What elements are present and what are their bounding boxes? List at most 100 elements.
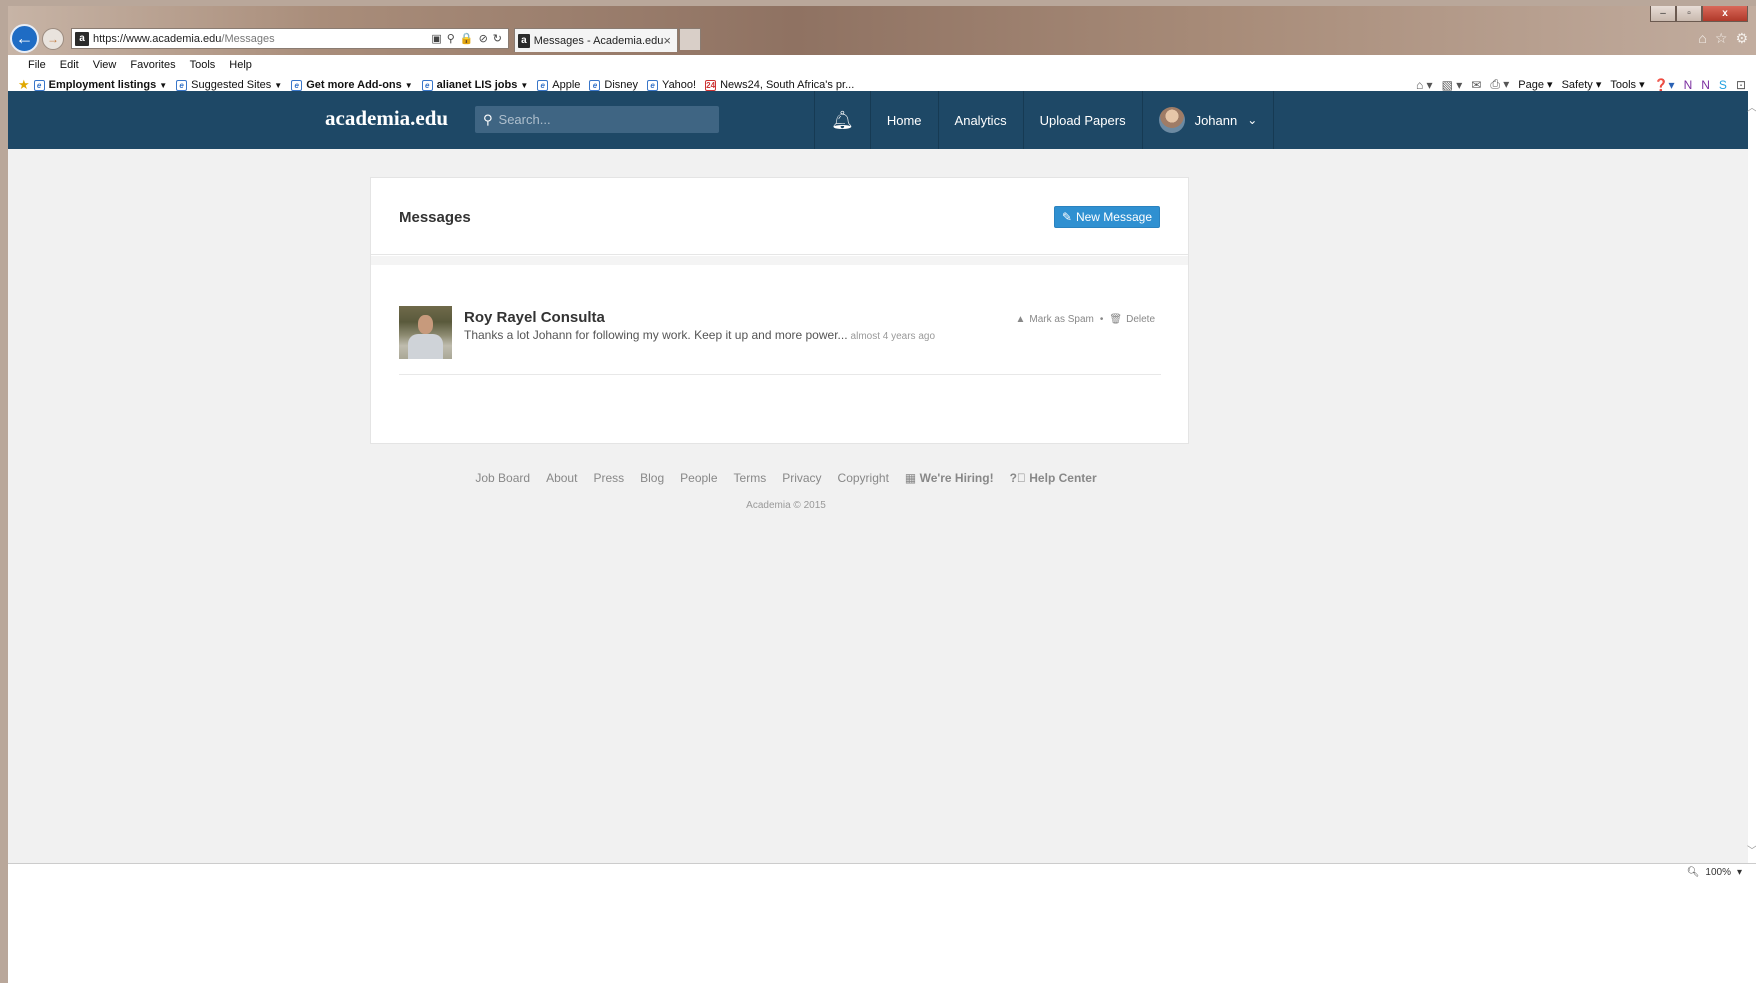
mark-as-spam-button[interactable]: ▲ Mark as Spam [1016,314,1094,325]
site-favicon-icon: a [75,31,89,46]
search-box[interactable]: ⚲ [475,106,719,133]
avatar-shirt [408,334,443,359]
fav-news24[interactable]: 24 News24, South Africa's pr... [705,79,854,91]
notifications-button[interactable]: 🔔︎ [814,91,870,149]
search-dropdown-icon[interactable]: ⚲ [447,32,455,45]
tab-close-icon[interactable]: × [663,33,677,48]
search-input[interactable] [498,112,699,127]
edit-icon: ✎ [1061,210,1072,224]
fav-label: Employment listings [48,79,157,91]
vertical-scrollbar[interactable] [1748,91,1756,863]
back-button[interactable]: ← [10,24,39,53]
refresh-icon[interactable]: ↻ [493,32,502,45]
menu-help[interactable]: Help [222,59,259,71]
nav-upload-papers[interactable]: Upload Papers [1022,91,1142,149]
page-menu[interactable]: Page ▾ [1518,78,1552,91]
menu-bar: File Edit View Favorites Tools Help [8,55,1756,75]
compat-view-icon[interactable]: ▣ [431,32,441,45]
arrow-left-icon: ← [15,28,34,48]
onenote-alt-icon[interactable]: N [1701,78,1710,92]
footer-privacy[interactable]: Privacy [782,471,821,485]
scroll-up-icon[interactable]: ︿ [1747,99,1756,114]
minimize-button[interactable]: – [1650,6,1676,22]
footer-blog[interactable]: Blog [640,471,664,485]
safety-menu[interactable]: Safety ▾ [1562,78,1602,91]
fav-apple[interactable]: e Apple [537,79,580,91]
delete-button[interactable]: 🗑︎ Delete [1109,314,1155,325]
zoom-icon: 🔍︎ [1686,867,1700,878]
research-icon[interactable]: ⊡ [1736,78,1746,92]
message-preview[interactable]: Thanks a lot Johann for following my wor… [464,328,935,342]
menu-favorites[interactable]: Favorites [123,59,182,71]
zoom-level: 100% [1705,867,1731,878]
fav-label: Disney [604,79,639,91]
footer-links: Job Board About Press Blog People Terms … [8,471,1564,485]
sender-name[interactable]: Roy Rayel Consulta [464,309,605,326]
arrow-right-icon: → [47,32,59,46]
footer-job-board[interactable]: Job Board [475,471,530,485]
menu-view[interactable]: View [86,59,124,71]
site-header: academia.edu ⚲ 🔔︎ Home Analytics Upload … [8,91,1748,149]
menu-file[interactable]: File [21,59,53,71]
menu-tools[interactable]: Tools [183,59,223,71]
tab-favicon-icon: a [518,33,530,48]
fav-label: News24, South Africa's pr... [720,79,855,91]
ie-page-icon: e [537,79,549,91]
print-icon[interactable]: ⎙ ▾ [1490,77,1509,92]
academia-logo[interactable]: academia.edu [325,106,448,131]
url-text[interactable]: https://www.academia.edu/Messages [93,33,431,45]
nav-home[interactable]: Home [869,91,938,149]
forward-button[interactable]: → [42,28,64,50]
footer-copyright[interactable]: Copyright [838,471,889,485]
nav-analytics[interactable]: Analytics [937,91,1023,149]
footer-terms[interactable]: Terms [734,471,767,485]
fav-get-more-addons[interactable]: e Get more Add-ons ▼ [291,79,413,91]
home-icon[interactable]: ⌂ [1698,30,1706,47]
list-item[interactable]: Roy Rayel Consulta Thanks a lot Johann f… [399,306,1161,375]
sender-avatar[interactable] [399,306,452,359]
mail-icon[interactable]: ✉ [1471,78,1481,92]
close-window-button[interactable]: x [1702,6,1748,22]
footer-people[interactable]: People [680,471,717,485]
help-icon[interactable]: ❓▾ [1654,78,1675,92]
onenote-icon[interactable]: N [1684,78,1693,92]
scroll-down-icon[interactable]: ﹀ [1747,842,1756,857]
maximize-button[interactable]: ▫ [1676,6,1702,22]
messages-card: Messages ✎ New Message Roy Rayel Consult… [370,177,1189,444]
address-bar[interactable]: a https://www.academia.edu/Messages ▣ ⚲ … [71,28,509,49]
menu-edit[interactable]: Edit [53,59,86,71]
home-dropdown-icon[interactable]: ⌂ ▾ [1416,78,1433,92]
fav-disney[interactable]: e Disney [589,79,638,91]
footer-about[interactable]: About [546,471,577,485]
footer-press[interactable]: Press [593,471,624,485]
browser-right-icons: ⌂ ☆ ⚙ [1698,30,1748,47]
skype-icon[interactable]: S [1719,78,1727,92]
warning-icon: ▲ [1015,314,1026,325]
favorites-star-icon[interactable]: ☆ [1715,30,1728,47]
user-menu[interactable]: Johann ⌄ [1141,91,1275,149]
browser-window: – ▫ x ← → a https://www.academia.edu/Mes… [8,6,1756,983]
tools-menu[interactable]: Tools ▾ [1610,78,1644,91]
ie-page-icon: e [33,79,45,91]
fav-employment-listings[interactable]: e Employment listings ▼ [33,79,167,91]
fav-suggested-sites[interactable]: e Suggested Sites ▼ [176,79,282,91]
new-tab-button[interactable] [679,28,701,50]
search-icon: ⚲ [483,111,493,127]
footer-hiring[interactable]: ▦ We're Hiring! [905,471,994,485]
fav-yahoo[interactable]: e Yahoo! [647,79,696,91]
feeds-icon[interactable]: ▧ ▾ [1442,78,1463,92]
fav-alianet-lis-jobs[interactable]: e alianet LIS jobs ▼ [421,79,528,91]
settings-gear-icon[interactable]: ⚙ [1735,30,1748,47]
avatar-face [418,315,433,334]
stop-icon[interactable]: ⊘ [479,32,488,45]
trash-icon: 🗑︎ [1109,314,1123,325]
caret-down-icon: ▼ [404,80,413,90]
zoom-control[interactable]: 🔍︎ 100% ▾ [1687,867,1742,878]
tab-messages[interactable]: a Messages - Academia.edu × [514,28,678,52]
footer-help-center[interactable]: ?⃝ Help Center [1010,471,1097,485]
new-message-button[interactable]: ✎ New Message [1053,206,1160,228]
lock-icon[interactable]: 🔒 [460,32,474,45]
fav-label: alianet LIS jobs [436,79,518,91]
message-actions: ▲ Mark as Spam • 🗑︎ Delete [1016,314,1156,325]
page-title: Messages [399,209,471,226]
